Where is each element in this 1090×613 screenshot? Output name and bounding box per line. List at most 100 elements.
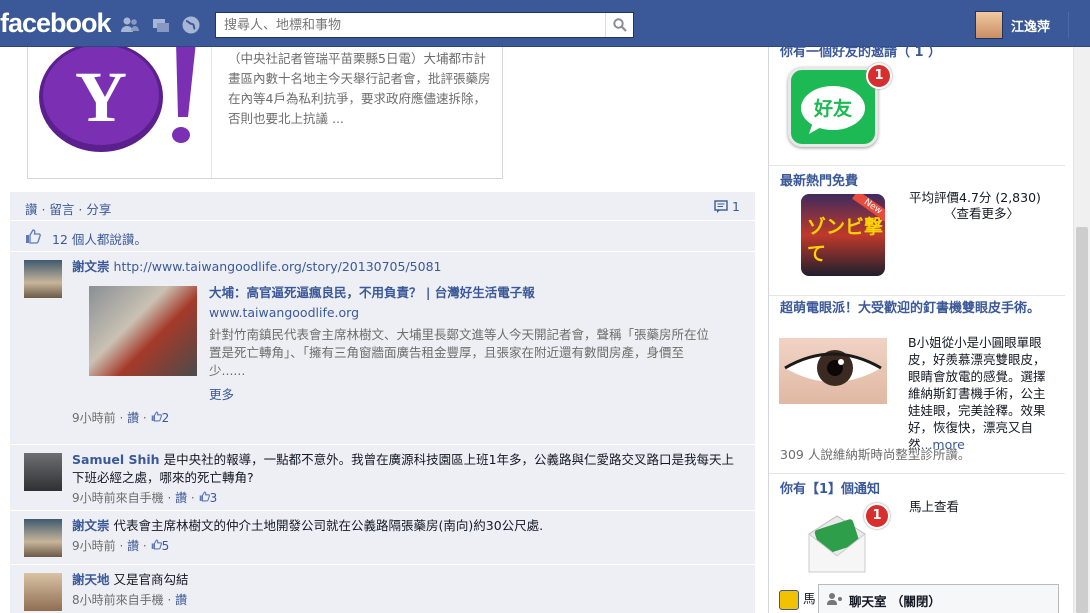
topbar-divider: [1068, 12, 1069, 38]
comment-link[interactable]: http://www.taiwangoodlife.org/story/2013…: [114, 259, 442, 274]
comment-text: 代表會主席林樹文的仲介土地開發公司就在公義路隔張藥房(南向)約30公尺處.: [113, 518, 544, 533]
commenter-avatar[interactable]: [24, 453, 62, 491]
comment-like-count[interactable]: 2: [151, 411, 170, 425]
yahoo-logo-thumbnail[interactable]: Y: [28, 47, 212, 178]
like-count-value: 5: [161, 539, 170, 553]
game-rating: 平均評價4.7分 (2,830): [909, 189, 1059, 206]
thumbs-up-icon: [151, 539, 162, 550]
comment-like-link[interactable]: 讚: [175, 593, 187, 607]
comment-item: 謝文崇 代表會主席林樹文的仲介土地開發公司就在公義路隔張藥房(南向)約30公尺處.…: [10, 511, 755, 565]
likes-summary-row: 12 個人都說讚。: [10, 221, 755, 252]
search-input[interactable]: [216, 13, 596, 37]
notifications-globe-icon[interactable]: [181, 15, 201, 35]
comment-text: 是中央社的報導，一點都不意外。我曾在廣源科技園區上班1年多，公義路與仁愛路交叉路…: [72, 452, 735, 485]
comment-like-count[interactable]: 5: [151, 539, 170, 553]
chat-label: 聊天室 （關閉）: [849, 594, 941, 609]
comment-like-link[interactable]: 讚: [127, 411, 139, 425]
comment-timestamp[interactable]: 9小時前來自手機: [72, 491, 164, 505]
shared-link-attachment[interactable]: Y （中央社記者管瑞平苗栗縣5日電）大埔都市計畫區內數十名地主今天舉行記者會，批…: [27, 47, 503, 179]
comment-like-link[interactable]: 讚: [127, 539, 139, 553]
notification-count-badge: 1: [864, 503, 890, 529]
shared-link-title[interactable]: 大埔：高官逼死逼瘋良民，不用負責？ | 台灣好生活電子報: [209, 284, 649, 302]
comment-author[interactable]: Samuel Shih: [72, 452, 160, 467]
see-more-link[interactable]: 更多: [209, 386, 234, 404]
comment-text: 又是官商勾結: [113, 572, 189, 587]
comment-item: 謝天地 又是官商勾結 8小時前來自手機 · 讚: [10, 565, 755, 613]
game-art-thumbnail[interactable]: ゾンビ撃て New: [801, 194, 885, 276]
svg-text:Y: Y: [75, 57, 127, 137]
comment-author[interactable]: 謝天地: [72, 572, 110, 587]
comment-meta: 9小時前 · 讚 · 5: [72, 539, 170, 553]
story-actions-row: 讚 · 留言 · 分享 1: [10, 192, 755, 221]
comment-like-count[interactable]: 3: [199, 491, 218, 505]
search-button[interactable]: [605, 13, 633, 37]
thumbs-up-icon: [199, 491, 210, 502]
search-icon: [613, 18, 627, 32]
likes-count-text[interactable]: 12 個人都說讚。: [52, 229, 147, 248]
user-name-link[interactable]: 江逸萍: [1011, 16, 1050, 35]
game-see-more[interactable]: 〈查看更多〉: [944, 205, 1019, 222]
comment-body: 謝文崇 代表會主席林樹文的仲介土地開發公司就在公義路隔張藥房(南向)約30公尺處.…: [72, 517, 737, 555]
rating-value: 4.7分 (2,830): [959, 190, 1041, 205]
comment-author[interactable]: 謝文崇: [72, 518, 110, 533]
chat-sidebar-tab[interactable]: 聊天室 （關閉）: [818, 584, 1059, 613]
comment-body: Samuel Shih 是中央社的報導，一點都不意外。我曾在廣源科技園區上班1年多…: [72, 451, 737, 507]
eye-photo[interactable]: [779, 338, 887, 404]
comment-timestamp[interactable]: 8小時前來自手機: [72, 593, 164, 607]
comment-timestamp[interactable]: 9小時前: [72, 411, 116, 425]
shared-link-preview[interactable]: 大埔：高官逼死逼瘋良民，不用負責？ | 台灣好生活電子報 www.taiwang…: [89, 282, 737, 407]
chat-people-icon: [827, 593, 842, 605]
messages-icon[interactable]: [151, 15, 171, 35]
shared-link-description: 針對竹南鎮民代表會主席林樹文、大埔里長鄭文進等人今天開記者會，聲稱「張藥房所在位…: [209, 327, 710, 378]
notification-ad-title[interactable]: 你有【1】個通知: [780, 478, 880, 497]
comment-author[interactable]: 謝文崇: [72, 259, 110, 274]
like-comment-share-links[interactable]: 讚 · 留言 · 分享: [25, 199, 111, 218]
page-scrollbar[interactable]: [1073, 47, 1090, 613]
comment-body: 謝天地 又是官商勾結 8小時前來自手機 · 讚: [72, 571, 737, 609]
shared-link-thumbnail[interactable]: [89, 286, 197, 376]
right-sidebar: 你有一個好友的邀請（ 1 ） 好友 1 最新熱門免費 ゾンビ撃て New 平均評…: [769, 45, 1073, 613]
friend-invite-section: 你有一個好友的邀請（ 1 ） 好友 1: [769, 45, 1065, 166]
rating-label: 平均評價: [909, 190, 960, 205]
envelope-icon[interactable]: [805, 506, 869, 578]
thumbs-up-icon: [151, 411, 162, 422]
notification-view-link[interactable]: 馬上查看: [909, 498, 959, 515]
comment-count[interactable]: 1: [714, 199, 740, 214]
clinic-ad-likes[interactable]: 309 人說維納斯時尚整型診所讚。: [780, 446, 970, 463]
notification-ad-section: 你有【1】個通知 1 馬上查看: [769, 474, 1065, 584]
commenter-avatar[interactable]: [24, 519, 62, 557]
facebook-logo[interactable]: facebook: [0, 8, 112, 39]
commenter-avatar[interactable]: [24, 260, 62, 298]
comment-item: Samuel Shih 是中央社的報導，一點都不意外。我曾在廣源科技園區上班1年多…: [10, 445, 755, 511]
like-count-value: 3: [209, 491, 218, 505]
comment-body: 謝文崇 http://www.taiwangoodlife.org/story/2…: [72, 258, 737, 427]
comment-item: 謝文崇 http://www.taiwangoodlife.org/story/2…: [10, 252, 755, 445]
friend-invite-title[interactable]: 你有一個好友的邀請（ 1 ）: [780, 41, 941, 60]
clinic-ad-section: 超萌電眼派！大受歡迎的釘書機雙眼皮手術。 B小姐從小是小圓眼單眼皮，好羨慕漂亮雙…: [769, 296, 1065, 474]
comment-count-value: 1: [732, 199, 740, 214]
partial-text: 馬: [803, 591, 816, 606]
friend-app-icon[interactable]: 好友: [788, 67, 878, 147]
comment-timestamp[interactable]: 9小時前: [72, 539, 116, 553]
story-feedback-area: 讚 · 留言 · 分享 1 12 個人都說讚。 謝文崇 http://www.ta…: [10, 192, 755, 613]
commenter-avatar[interactable]: [24, 573, 62, 611]
user-avatar[interactable]: [975, 11, 1003, 39]
search-box: [215, 12, 634, 38]
comment-meta: 9小時前 · 讚 · 2: [72, 411, 170, 425]
attachment-summary: （中央社記者管瑞平苗栗縣5日電）大埔都市計畫區內數十名地主今天舉行記者會，批評張…: [228, 51, 491, 126]
scrollbar-thumb[interactable]: [1076, 227, 1088, 613]
game-ad-title[interactable]: 最新熱門免費: [780, 170, 858, 189]
friend-app-label: 好友: [813, 98, 852, 120]
shared-link-domain[interactable]: www.taiwangoodlife.org: [209, 304, 359, 322]
comment-like-link[interactable]: 讚: [175, 491, 187, 505]
news-feed-column: Y （中央社記者管瑞平苗栗縣5日電）大埔都市計畫區內數十名地主今天舉行記者會，批…: [0, 47, 768, 613]
clinic-ad-body: B小姐從小是小圓眼單眼皮，好羨慕漂亮雙眼皮，眼睛會放電的感覺。選擇維納斯釘書機手…: [908, 335, 1046, 452]
clinic-ad-title[interactable]: 超萌電眼派！大受歡迎的釘書機雙眼皮手術。: [780, 300, 1060, 317]
game-art-text: ゾンビ撃て: [807, 216, 884, 265]
like-count-value: 2: [161, 411, 170, 425]
clinic-ad-text: B小姐從小是小圓眼單眼皮，好羨慕漂亮雙眼皮，眼睛會放電的感覺。選擇維納斯釘書機手…: [908, 334, 1053, 453]
app-icon[interactable]: [779, 590, 799, 610]
comment-meta: 9小時前來自手機 · 讚 · 3: [72, 491, 218, 505]
friend-requests-icon[interactable]: [120, 15, 140, 35]
comment-icon: [714, 200, 728, 213]
